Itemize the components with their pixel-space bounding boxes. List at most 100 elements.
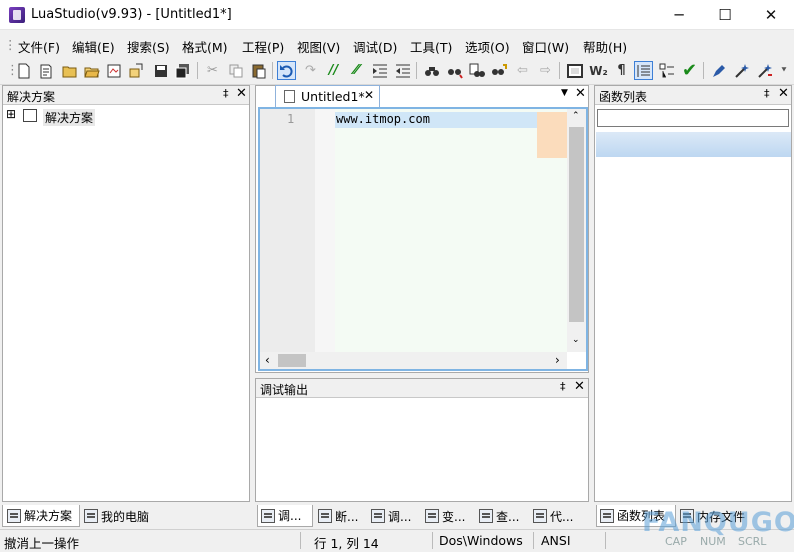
- uncomment-icon[interactable]: ⁄⁄: [347, 61, 366, 80]
- menubar-grip: ⋮: [4, 37, 17, 52]
- tab-label: 变...: [442, 509, 466, 524]
- toolbar: ⋮ ✂ ↷ // ⁄⁄ ⇦ ⇨ W₂ ¶ ✔ ⯆: [0, 57, 794, 85]
- menu-help[interactable]: 帮助(H): [583, 37, 627, 56]
- minimize-button[interactable]: ─: [656, 0, 702, 30]
- close-icon[interactable]: ✕: [778, 86, 789, 101]
- line-number-gutter: 1: [260, 109, 315, 352]
- magic-next-icon[interactable]: [755, 61, 774, 80]
- replace-icon[interactable]: [489, 61, 508, 80]
- tab-debug-output[interactable]: 调...: [257, 505, 313, 527]
- toolbar-separator: [272, 62, 273, 79]
- tab-close-icon[interactable]: ✕: [364, 88, 374, 102]
- word-wrap-icon[interactable]: W₂: [589, 61, 608, 80]
- close-icon[interactable]: ✕: [574, 379, 585, 394]
- tab-code[interactable]: 代...: [533, 505, 573, 527]
- magic-icon[interactable]: [732, 61, 751, 80]
- title-bar: LuaStudio(v9.93) - [Untitled1*] ─ ☐ ✕: [0, 0, 794, 30]
- output-icon: [261, 508, 275, 523]
- pin-icon[interactable]: ‡: [560, 380, 566, 393]
- pin-icon[interactable]: ‡: [764, 87, 770, 100]
- toolbar-overflow-icon[interactable]: ⯆: [778, 61, 790, 80]
- find-next-icon[interactable]: [445, 61, 464, 80]
- tab-breakpoints[interactable]: 断...: [318, 505, 358, 527]
- save-all-icon[interactable]: [173, 61, 192, 80]
- vertical-scroll-thumb[interactable]: [569, 127, 584, 322]
- tab-my-computer[interactable]: 我的电脑: [84, 505, 149, 527]
- cut-icon[interactable]: ✂: [203, 61, 222, 80]
- check-icon[interactable]: ✔: [680, 60, 699, 81]
- line-numbers-icon[interactable]: [634, 61, 653, 80]
- menu-options[interactable]: 选项(O): [465, 37, 510, 56]
- fullscreen-icon[interactable]: [565, 61, 584, 80]
- menu-project[interactable]: 工程(P): [242, 37, 284, 56]
- outdent-icon[interactable]: [393, 61, 412, 80]
- tab-untitled1[interactable]: Untitled1* ✕: [275, 85, 380, 107]
- watch-icon: [479, 509, 493, 523]
- code-area[interactable]: [335, 109, 567, 352]
- menu-tools[interactable]: 工具(T): [410, 37, 452, 56]
- code-line[interactable]: www.itmop.com: [336, 112, 430, 126]
- tree-item-solution[interactable]: ⊞ 解决方案: [3, 105, 249, 127]
- pen-icon[interactable]: [709, 61, 728, 80]
- find-icon[interactable]: [422, 61, 441, 80]
- menu-search[interactable]: 搜索(S): [127, 37, 170, 56]
- menu-file[interactable]: 文件(F): [18, 37, 60, 56]
- fold-icon[interactable]: [657, 61, 676, 80]
- maximize-button[interactable]: ☐: [702, 0, 748, 30]
- horizontal-scrollbar[interactable]: ‹ ›: [260, 352, 567, 369]
- close-tab-area-icon[interactable]: ✕: [575, 86, 586, 101]
- code-editor[interactable]: 1 www.itmop.com ⌃ ⌄ ‹ ›: [258, 107, 588, 371]
- scroll-right-icon[interactable]: ›: [555, 353, 560, 367]
- find-in-files-icon[interactable]: [467, 61, 486, 80]
- undo-icon[interactable]: [277, 61, 296, 80]
- toolbar-separator: [703, 62, 704, 79]
- close-button[interactable]: ✕: [748, 0, 794, 30]
- pilcrow-icon[interactable]: ¶: [612, 61, 631, 80]
- toolbar-separator: [416, 62, 417, 79]
- save-icon[interactable]: [151, 61, 170, 80]
- import-icon[interactable]: [126, 61, 145, 80]
- function-panel-title: 函数列表: [599, 90, 648, 104]
- tab-label: 调...: [388, 509, 412, 524]
- new-file-icon[interactable]: [14, 61, 33, 80]
- scroll-down-icon[interactable]: ⌄: [572, 335, 580, 345]
- indent-icon[interactable]: [370, 61, 389, 80]
- scroll-left-icon[interactable]: ‹: [265, 353, 270, 367]
- code-icon: [533, 509, 547, 523]
- breakpoint-icon: [318, 509, 332, 523]
- open-icon[interactable]: [82, 61, 101, 80]
- solution-icon: [23, 109, 37, 122]
- menu-format[interactable]: 格式(M): [182, 37, 228, 56]
- pin-icon[interactable]: ‡: [223, 87, 229, 100]
- edge-marker: [537, 112, 567, 158]
- status-message: 撤消上一操作: [4, 536, 80, 551]
- scroll-up-icon[interactable]: ⌃: [572, 111, 580, 121]
- function-panel-header: 函数列表 ‡ ✕: [595, 86, 791, 105]
- open-project-icon[interactable]: [104, 61, 123, 80]
- tab-variables[interactable]: 变...: [425, 505, 465, 527]
- tree-expand-icon[interactable]: ⊞: [6, 108, 16, 120]
- copy-icon[interactable]: [226, 61, 245, 80]
- tab-solution[interactable]: 解决方案: [2, 505, 80, 527]
- tab-call-stack[interactable]: 调...: [371, 505, 411, 527]
- tab-watch[interactable]: 查...: [479, 505, 519, 527]
- tab-label: 查...: [496, 509, 520, 524]
- comment-icon[interactable]: //: [324, 61, 343, 80]
- menu-edit[interactable]: 编辑(E): [72, 37, 115, 56]
- paste-icon[interactable]: [249, 61, 268, 80]
- go-forward-icon[interactable]: ⇨: [536, 61, 555, 80]
- horizontal-scroll-thumb[interactable]: [278, 354, 306, 367]
- menu-window[interactable]: 窗口(W): [522, 37, 569, 56]
- go-back-icon[interactable]: ⇦: [513, 61, 532, 80]
- tab-label: 解决方案: [24, 509, 73, 523]
- fold-margin: [315, 109, 335, 352]
- function-search-input[interactable]: [597, 109, 789, 127]
- menu-view[interactable]: 视图(V): [297, 37, 340, 56]
- debug-output-panel: 调试输出 ‡ ✕: [255, 378, 589, 502]
- close-icon[interactable]: ✕: [236, 86, 247, 101]
- menu-debug[interactable]: 调试(D): [353, 37, 397, 56]
- new-doc-icon[interactable]: [36, 61, 55, 80]
- open-folder-icon[interactable]: [60, 61, 79, 80]
- redo-icon[interactable]: ↷: [301, 61, 320, 80]
- tab-list-dropdown-icon[interactable]: ▼: [561, 88, 568, 98]
